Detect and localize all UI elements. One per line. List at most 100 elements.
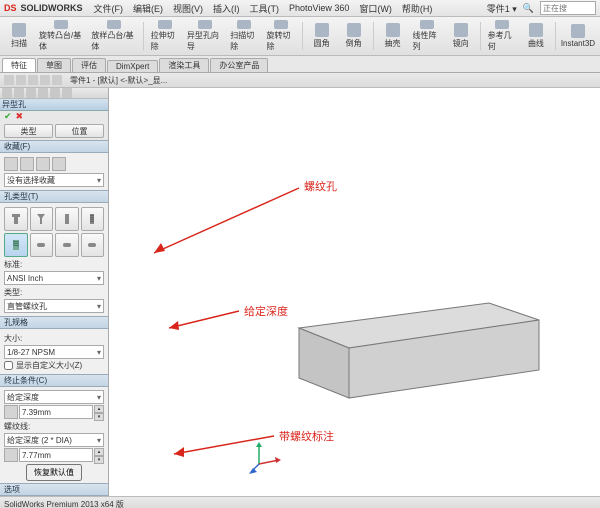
holetype-slot2[interactable] (55, 233, 79, 257)
menu-insert[interactable]: 插入(I) (213, 2, 240, 15)
spin-down[interactable]: ▾ (94, 413, 104, 421)
ribbon-sweep-cut[interactable]: 扫描切除 (227, 19, 261, 53)
type-label: 类型: (4, 287, 104, 298)
cancel-icon[interactable]: ✖ (16, 111, 24, 122)
fav-icon[interactable] (36, 157, 50, 171)
fav-icon[interactable] (52, 157, 66, 171)
panel-tab-icon[interactable] (62, 88, 72, 98)
ribbon-refgeom[interactable]: 参考几何 (485, 19, 519, 53)
app-name: SOLIDWORKS (21, 3, 83, 13)
menubar: DS SOLIDWORKS 文件(F) 编辑(E) 视图(V) 插入(I) 工具… (0, 0, 600, 17)
holetype-countersink[interactable] (30, 207, 54, 231)
view-triad-icon[interactable] (249, 438, 285, 476)
depth-input[interactable]: 7.39mm (19, 405, 93, 419)
ribbon-mirror[interactable]: 镜向 (446, 19, 476, 53)
mini-btn[interactable] (4, 75, 14, 85)
thread-depth-input[interactable]: 7.77mm (19, 448, 93, 462)
menu-view[interactable]: 视图(V) (173, 2, 203, 15)
arrow-1-icon (149, 183, 309, 263)
custom-size-checkbox[interactable]: 显示自定义大小(Z) (4, 360, 104, 371)
ribbon-extrude-cut[interactable]: 拉伸切除 (148, 19, 182, 53)
standard-dropdown[interactable]: ANSI Inch (4, 271, 104, 285)
mini-btn[interactable] (28, 75, 38, 85)
3d-part[interactable] (289, 298, 549, 408)
ribbon: 扫描 旋转凸台/基体 放样凸台/基体 拉伸切除 异型孔向导 扫描切除 旋转切除 … (0, 17, 600, 56)
ribbon-shell[interactable]: 抽壳 (378, 19, 408, 53)
spin-up[interactable]: ▴ (94, 448, 104, 456)
doc-name: 零件1 - [默认] <-默认>_显... (70, 75, 167, 86)
thread-cond-dropdown[interactable]: 给定深度 (2 * DIA) (4, 433, 104, 447)
menu-photoview[interactable]: PhotoView 360 (289, 3, 349, 13)
menu-window[interactable]: 窗口(W) (359, 2, 392, 15)
mini-btn[interactable] (40, 75, 50, 85)
ribbon-pattern[interactable]: 线性阵列 (410, 19, 444, 53)
mini-btn[interactable] (52, 75, 62, 85)
spin-down[interactable]: ▾ (94, 456, 104, 464)
ribbon-chamfer[interactable]: 倒角 (339, 19, 369, 53)
doc-title[interactable]: 零件1 ▾ (487, 2, 517, 15)
endcond-dropdown[interactable]: 给定深度 (4, 390, 104, 404)
ok-icon[interactable]: ✔ (4, 111, 12, 122)
ribbon-hole-wizard[interactable]: 异型孔向导 (184, 19, 225, 53)
tab-office[interactable]: 办公室产品 (210, 58, 268, 72)
thread-depth-label: 螺纹线: (4, 421, 104, 432)
ribbon-instant3d[interactable]: Instant3D (560, 19, 596, 53)
section-endcond[interactable]: 终止条件(C) (0, 374, 108, 387)
holetype-slot3[interactable] (81, 233, 105, 257)
ribbon-curves[interactable]: 曲线 (521, 19, 551, 53)
depth-icon (4, 405, 18, 419)
tab-position-button[interactable]: 位置 (55, 124, 104, 138)
tab-type-button[interactable]: 类型 (4, 124, 53, 138)
section-options[interactable]: 选项 (0, 483, 108, 496)
holetype-counterbore[interactable] (4, 207, 28, 231)
fav-icon[interactable] (4, 157, 18, 171)
ribbon-loft[interactable]: 放样凸台/基体 (88, 19, 138, 53)
section-spec[interactable]: 孔规格 (0, 316, 108, 329)
spin-up[interactable]: ▴ (94, 405, 104, 413)
section-holetype[interactable]: 孔类型(T) (0, 190, 108, 203)
tab-dimxpert[interactable]: DimXpert (107, 60, 158, 72)
graphics-viewport[interactable]: 螺纹孔 给定深度 带螺纹标注 (109, 88, 600, 496)
main-area: 异型孔 ✔ ✖ 类型 位置 收藏(F) 没有选择收藏 孔类型(T) (0, 88, 600, 496)
ribbon-revolve[interactable]: 旋转凸台/基体 (36, 19, 86, 53)
annotation-blind-depth: 给定深度 (244, 303, 288, 319)
search-input[interactable] (540, 1, 596, 15)
panel-tabbar (0, 88, 108, 99)
search-icon[interactable]: 🔍 (523, 3, 534, 14)
favorites-dropdown[interactable]: 没有选择收藏 (4, 173, 104, 187)
tab-sketch[interactable]: 草图 (37, 58, 71, 72)
menu-edit[interactable]: 编辑(E) (133, 2, 163, 15)
menu-help[interactable]: 帮助(H) (402, 2, 433, 15)
panel-tab-icon[interactable] (26, 88, 36, 98)
panel-tab-icon[interactable] (50, 88, 60, 98)
thread-depth-icon (4, 448, 18, 462)
tab-render[interactable]: 渲染工具 (159, 58, 209, 72)
tab-features[interactable]: 特征 (2, 58, 36, 72)
panel-tab-icon[interactable] (38, 88, 48, 98)
status-text: SolidWorks Premium 2013 x64 版 (4, 499, 124, 508)
ribbon-revolve-cut[interactable]: 旋转切除 (263, 19, 297, 53)
fav-icon[interactable] (20, 157, 34, 171)
panel-tab-icon[interactable] (2, 88, 12, 98)
app-logo-icon: DS (4, 3, 17, 13)
annotation-thread-callout: 带螺纹标注 (279, 428, 334, 444)
menu-tools[interactable]: 工具(T) (250, 2, 280, 15)
holetype-tap[interactable] (81, 207, 105, 231)
restore-defaults-button[interactable]: 恢复默认值 (26, 464, 82, 481)
panel-tab-icon[interactable] (14, 88, 24, 98)
section-favorites[interactable]: 收藏(F) (0, 140, 108, 153)
holetype-slot1[interactable] (30, 233, 54, 257)
holetype-pipe-tap[interactable] (4, 233, 28, 257)
arrow-2-icon (164, 306, 249, 336)
ribbon-sweep[interactable]: 扫描 (4, 19, 34, 53)
status-bar: SolidWorks Premium 2013 x64 版 (0, 496, 600, 508)
mini-btn[interactable] (16, 75, 26, 85)
size-dropdown[interactable]: 1/8-27 NPSM (4, 345, 104, 359)
tab-evaluate[interactable]: 评估 (72, 58, 106, 72)
menu-file[interactable]: 文件(F) (94, 2, 124, 15)
size-label: 大小: (4, 333, 104, 344)
ribbon-fillet[interactable]: 圆角 (307, 19, 337, 53)
holetype-hole[interactable] (55, 207, 79, 231)
annotation-thread-hole: 螺纹孔 (304, 178, 337, 194)
type-dropdown[interactable]: 直管螺纹孔 (4, 299, 104, 313)
